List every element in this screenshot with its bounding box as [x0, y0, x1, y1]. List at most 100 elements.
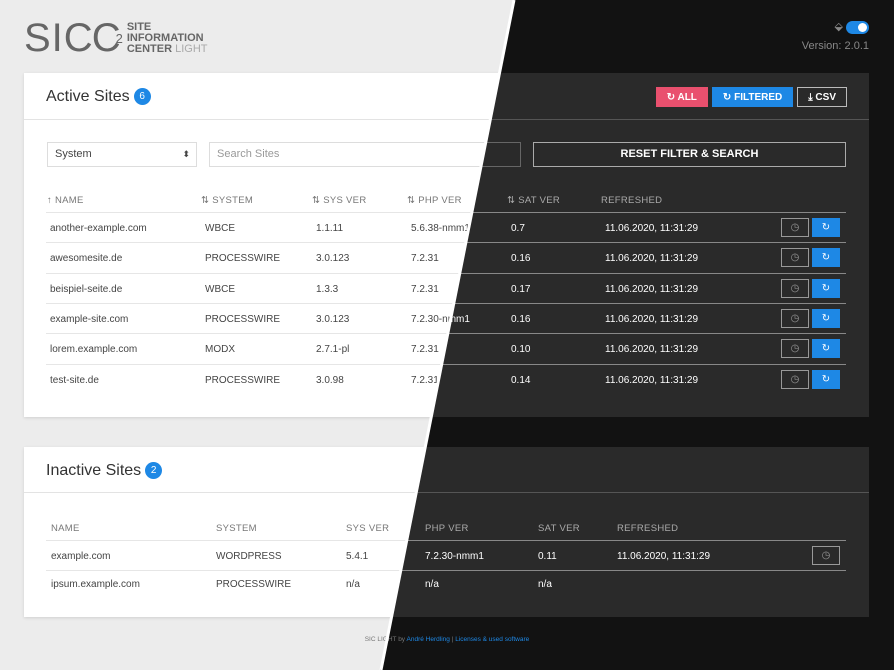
cell: 0.10 — [511, 344, 531, 356]
author-link[interactable]: André Herdling — [407, 636, 450, 643]
csv-button[interactable]: ⤓ CSV — [797, 87, 847, 107]
refresh-icon: ↻ — [821, 222, 831, 233]
history-button[interactable]: ◷ — [781, 248, 809, 268]
cell: 3.0.123 — [316, 313, 350, 325]
version: Version: 2.0.1 — [801, 39, 869, 52]
cell: MODX — [205, 344, 235, 356]
cell: PROCESSWIRE — [205, 374, 281, 386]
cell: 5.6.38-nmm1 — [411, 223, 470, 234]
cell: example.com — [51, 551, 111, 562]
column-header: SAT VER — [538, 523, 580, 534]
cell: n/a — [538, 579, 552, 590]
card-title: Active Sites6 — [46, 88, 151, 106]
system-select[interactable]: System — [47, 142, 197, 167]
cell[interactable]: another-example.com — [50, 223, 147, 234]
cell: WBCE — [205, 283, 235, 295]
refresh-icon: ↻ — [821, 252, 831, 264]
cell: 0.17 — [511, 283, 531, 295]
cell: 3.0.123 — [316, 253, 350, 265]
refresh-icon: ↻ — [821, 282, 831, 294]
count-badge: 2 — [145, 462, 163, 479]
licenses-link[interactable]: Licenses & used software — [455, 636, 529, 643]
cell: 7.2.30-nmm1 — [425, 551, 484, 562]
refresh-button[interactable]: ↻ — [812, 339, 840, 359]
cell: PROCESSWIRE — [216, 579, 292, 590]
clock-icon: ◷ — [821, 550, 831, 561]
paint-bucket-icon: ⬙ — [834, 21, 843, 33]
cell: n/a — [346, 579, 360, 590]
history-button[interactable]: ◷ — [781, 339, 809, 359]
cell: 11.06.2020, 11:31:29 — [605, 223, 699, 234]
column-header: REFRESHED — [601, 195, 663, 206]
card-title: Inactive Sites2 — [46, 462, 163, 480]
refresh-filtered-button[interactable]: ↻ FILTERED — [711, 87, 794, 107]
column-header[interactable]: ↑ NAME — [47, 195, 84, 206]
refresh-button[interactable]: ↻ — [812, 369, 840, 389]
cell: 0.7 — [511, 223, 525, 234]
column-header: REFRESHED — [617, 523, 679, 534]
history-button[interactable]: ◷ — [781, 278, 809, 298]
refresh-icon: ↻ — [821, 312, 831, 324]
cell: 3.0.98 — [316, 374, 344, 386]
cell: 2.7.1-pl — [316, 344, 350, 356]
history-button[interactable]: ◷ — [812, 546, 840, 565]
cell: 11.06.2020, 11:31:29 — [617, 551, 711, 562]
cell: 0.11 — [538, 551, 557, 562]
refresh-icon: ↻ — [821, 373, 831, 385]
refresh-button[interactable]: ↻ — [812, 308, 840, 328]
cell[interactable]: lorem.example.com — [50, 344, 137, 355]
column-header[interactable]: ⇅ SYSTEM — [201, 195, 253, 206]
cell: 11.06.2020, 11:31:29 — [605, 374, 699, 386]
clock-icon: ◷ — [790, 343, 800, 355]
theme-toggle[interactable] — [846, 20, 869, 34]
clock-icon: ◷ — [790, 282, 800, 294]
search-input[interactable]: Search Sites — [209, 142, 521, 167]
cell[interactable]: test-site.de — [50, 375, 99, 386]
cell: 0.16 — [511, 253, 531, 265]
refresh-icon: ↻ — [821, 343, 831, 355]
history-button[interactable]: ◷ — [781, 308, 809, 328]
refresh-button[interactable]: ↻ — [812, 218, 840, 237]
clock-icon: ◷ — [790, 373, 800, 385]
cell: 7.2.31 — [411, 253, 439, 265]
refresh-button[interactable]: ↻ — [812, 278, 840, 298]
cell: 7.2.31 — [411, 344, 439, 356]
count-badge: 6 — [133, 88, 151, 105]
refresh-button[interactable]: ↻ — [812, 248, 840, 268]
cell: 11.06.2020, 11:31:29 — [605, 313, 699, 325]
logo: SICC2SITEINFORMATIONCENTER LIGHT — [24, 16, 208, 60]
column-header: SYSTEM — [216, 523, 257, 534]
cell: 11.06.2020, 11:31:29 — [605, 253, 699, 265]
cell: 1.3.3 — [316, 283, 339, 295]
clock-icon: ◷ — [790, 222, 800, 233]
column-header[interactable]: ⇅ PHP VER — [407, 195, 462, 206]
cell: 11.06.2020, 11:31:29 — [605, 283, 699, 295]
refresh-all-button[interactable]: ↻ ALL — [655, 87, 708, 107]
cell: PROCESSWIRE — [205, 253, 281, 265]
cell[interactable]: example-site.com — [50, 314, 128, 325]
cell[interactable]: awesomesite.de — [50, 253, 122, 264]
cell: 0.16 — [511, 313, 531, 325]
cell: 1.1.11 — [316, 223, 344, 234]
history-button[interactable]: ◷ — [781, 369, 809, 389]
cell: ipsum.example.com — [51, 579, 140, 590]
cell: 11.06.2020, 11:31:29 — [605, 344, 699, 356]
history-button[interactable]: ◷ — [781, 218, 809, 237]
cell: 7.2.31 — [411, 283, 439, 295]
column-header[interactable]: ⇅ SYS VER — [312, 195, 366, 206]
column-header: SYS VER — [346, 523, 390, 534]
column-header: PHP VER — [425, 523, 469, 534]
column-header: NAME — [51, 523, 80, 534]
clock-icon: ◷ — [790, 312, 800, 324]
cell: PROCESSWIRE — [205, 313, 281, 325]
column-header[interactable]: ⇅ SAT VER — [507, 195, 560, 206]
cell: WBCE — [205, 223, 235, 234]
cell: 5.4.1 — [346, 551, 369, 562]
cell: 0.14 — [511, 374, 531, 386]
cell: 7.2.31 — [411, 374, 439, 386]
cell: n/a — [425, 579, 439, 590]
cell: WORDPRESS — [216, 551, 282, 562]
reset-filter-button[interactable]: RESET FILTER & SEARCH — [533, 142, 846, 167]
clock-icon: ◷ — [790, 252, 800, 264]
cell[interactable]: beispiel-seite.de — [50, 284, 122, 295]
